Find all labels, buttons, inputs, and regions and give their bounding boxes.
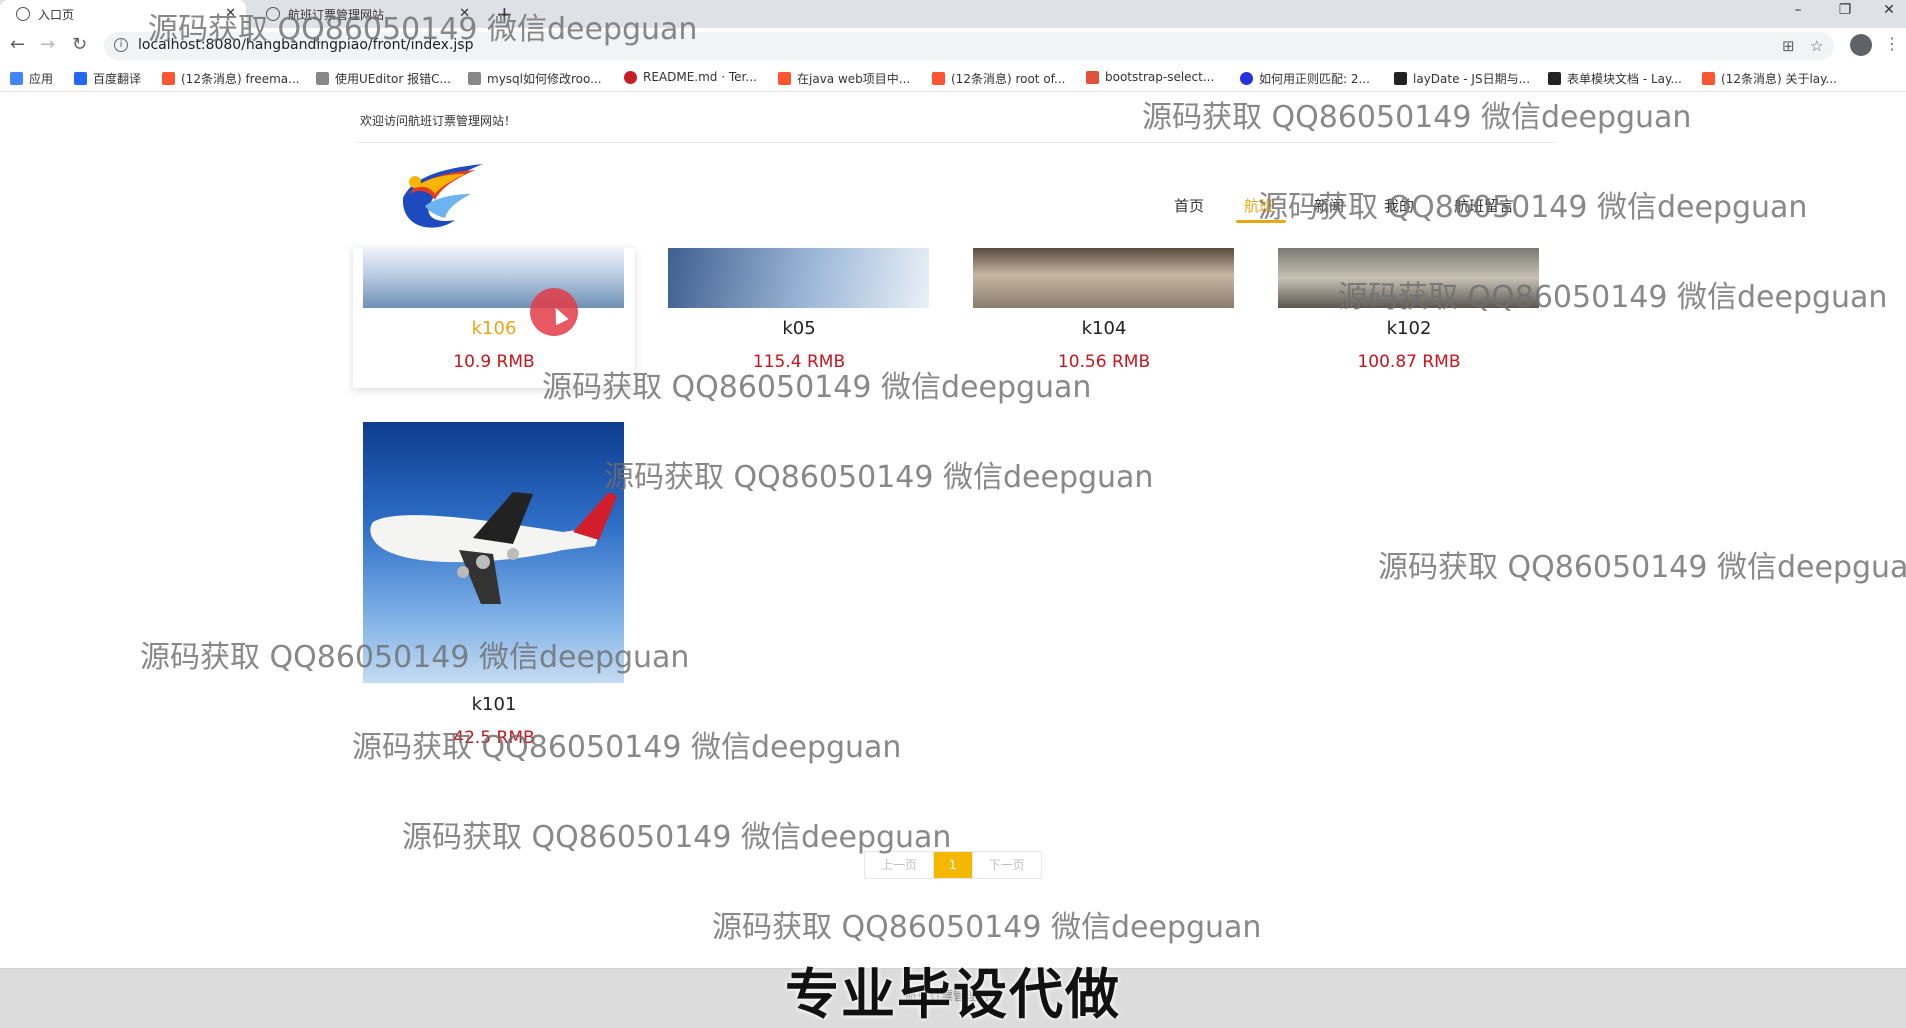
translate-icon[interactable]: ⊞ [1782,37,1795,55]
watermark: 源码获取 QQ86050149 微信deepguan [148,12,698,47]
flight-name[interactable]: k104 [963,318,1245,339]
bookmark-star-icon[interactable]: ☆ [1810,37,1823,55]
flight-name[interactable]: k101 [353,694,635,715]
divider [356,142,1556,143]
bookmarks-bar: 应用 百度翻译 (12条消息) freema... 使用UEditor 报错C.… [0,64,1906,92]
bookmark-item[interactable]: (12条消息) freema... [162,70,300,87]
watermark: 源码获取 QQ86050149 微信deepguan [1338,280,1888,315]
reload-icon[interactable]: ↻ [72,34,87,55]
bookmark-apps[interactable]: 应用 [10,70,53,87]
bookmark-item[interactable]: bootstrap-select... [1086,70,1214,84]
gitee-icon [624,70,637,84]
csdn-icon [162,72,175,85]
flight-card[interactable]: k102 100.87 RMB [1268,248,1550,388]
nav-home[interactable]: 首页 [1174,195,1204,216]
bookmark-item[interactable]: (12条消息) 关于lay... [1702,70,1837,87]
csdn-icon [778,72,791,85]
watermark: 源码获取 QQ86050149 微信deepguan [352,730,902,765]
flight-name[interactable]: k05 [658,318,940,339]
watermark: 源码获取 QQ86050149 微信deepguan [712,910,1262,945]
flight-card[interactable]: k101 42.5 RMB [353,422,635,752]
site-info-icon[interactable]: i [114,38,128,52]
watermark: 源码获取 QQ86050149 微信deepguan [604,460,1154,495]
flight-name[interactable]: k102 [1268,318,1550,339]
bookmark-item[interactable]: (12条消息) root of... [932,70,1065,87]
watermark: 源码获取 QQ86050149 微信deepguan [1142,100,1692,135]
bookmark-item[interactable]: README.md · Ter... [624,70,757,84]
baidu-translate-icon [74,72,87,85]
page-icon [1086,70,1099,84]
flight-image[interactable] [363,248,624,308]
bookmark-item[interactable]: mysql如何修改roo... [468,70,602,87]
forward-arrow-icon[interactable]: → [40,34,55,55]
bookmark-item[interactable]: 使用UEditor 报错C... [316,70,451,87]
watermark: 源码获取 QQ86050149 微信deepguan [140,640,690,675]
welcome-text: 欢迎访问航班订票管理网站！ [360,114,517,128]
baidu-icon [1240,72,1253,85]
menu-dots-icon[interactable]: ⋮ [1884,34,1900,53]
bookmark-item[interactable]: 百度翻译 [74,70,141,87]
screen: 入口页 ✕ 航班订票管理网站 ✕ + – ❐ ✕ ← → ↻ i localho… [0,0,1906,1028]
watermark: 源码获取 QQ86050149 微信deepguan [1378,550,1906,585]
apps-grid-icon [10,72,23,85]
csdn-icon [1702,72,1715,85]
layui-icon [1394,72,1407,85]
close-window-button[interactable]: ✕ [1866,2,1906,18]
flight-image[interactable] [668,248,929,308]
page-icon [316,72,329,85]
bookmark-item[interactable]: 表单模块文档 - Lay... [1548,70,1682,87]
profile-avatar-icon[interactable] [1850,34,1872,56]
tab-title: 入口页 [38,7,75,22]
layui-icon [1548,72,1561,85]
watermark: 源码获取 QQ86050149 微信deepguan [1258,190,1808,225]
globe-icon [16,7,30,21]
watermark: 源码获取 QQ86050149 微信deepguan [402,820,952,855]
restore-button[interactable]: ❐ [1822,2,1868,18]
minimize-button[interactable]: – [1775,2,1821,18]
back-arrow-icon[interactable]: ← [10,34,25,55]
flame-logo-icon[interactable] [395,158,491,234]
csdn-icon [932,72,945,85]
promo-banner: 专业毕设代做 [785,963,1121,1026]
flight-image[interactable] [973,248,1234,308]
page-icon [468,72,481,85]
flight-name[interactable]: k106 [353,318,635,339]
bookmark-item[interactable]: 在java web项目中... [778,70,910,87]
bookmark-item[interactable]: layDate - JS日期与... [1394,70,1530,87]
bookmark-item[interactable]: 如何用正则匹配: 2... [1240,70,1370,87]
watermark: 源码获取 QQ86050149 微信deepguan [542,370,1092,405]
next-page-button[interactable]: 下一页 [971,852,1041,878]
flight-price: 100.87 RMB [1357,352,1461,372]
